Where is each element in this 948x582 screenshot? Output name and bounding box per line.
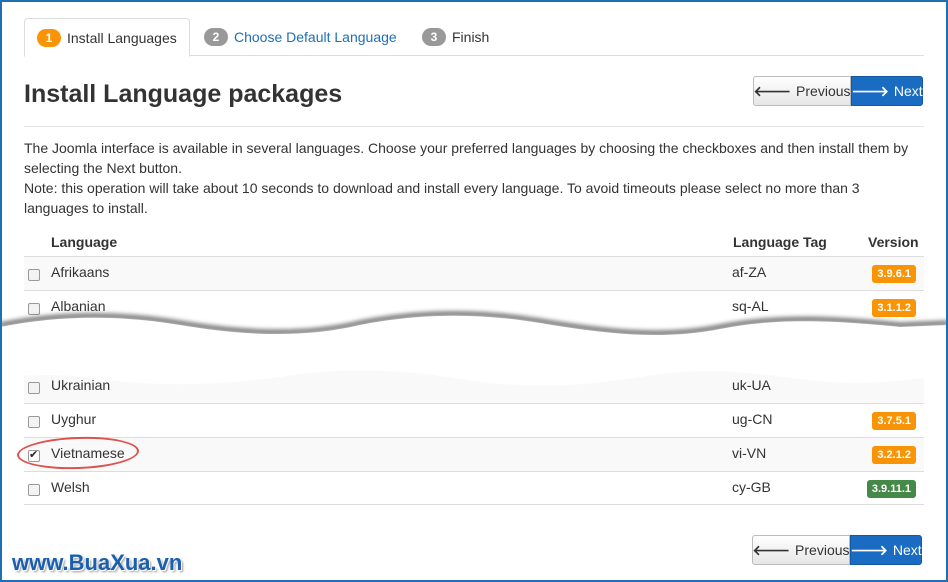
- language-tag: af-ZA: [732, 264, 767, 280]
- tab-install-languages[interactable]: 1 Install Languages: [24, 18, 190, 57]
- description-line: selecting the Next button.: [24, 160, 182, 176]
- arrow-right-icon: 🡒: [851, 82, 889, 99]
- description-line: The Joomla interface is available in sev…: [24, 140, 909, 156]
- bottom-nav-buttons: 🡐 Previous 🡒 Next: [752, 535, 922, 565]
- note-line: Note: this operation will take about 10 …: [24, 180, 860, 196]
- version-badge: 3.7.5.1: [872, 412, 916, 430]
- previous-label: Previous: [796, 83, 851, 99]
- step-badge: 1: [37, 28, 61, 47]
- language-tag: ug-CN: [732, 411, 773, 427]
- tab-choose-default-language[interactable]: 2 Choose Default Language: [192, 18, 409, 56]
- wizard-tabs: 1 Install Languages 2 Choose Default Lan…: [24, 18, 924, 57]
- page-title: Install Language packages: [24, 80, 343, 108]
- tab-label: Install Languages: [67, 29, 177, 46]
- next-button[interactable]: 🡒 Next: [851, 76, 923, 106]
- arrow-left-icon: 🡐: [753, 82, 792, 99]
- watermark: www.BuaXua.vn: [12, 550, 183, 575]
- language-name: Afrikaans: [51, 264, 110, 280]
- table-row: Vietnamese vi-VN 3.2.1.2: [24, 437, 924, 471]
- language-tag: vi-VN: [732, 445, 767, 461]
- tab-label: Finish: [452, 29, 490, 45]
- column-header-tag: Language Tag: [733, 234, 827, 250]
- table-row: Welsh cy-GB 3.9.11.1: [24, 471, 924, 505]
- version-badge: 3.2.1.2: [872, 446, 916, 464]
- previous-label: Previous: [795, 542, 850, 558]
- previous-button-bottom[interactable]: 🡐 Previous: [752, 535, 850, 565]
- language-name: Welsh: [51, 479, 90, 495]
- language-name: Uyghur: [51, 411, 97, 427]
- language-checkbox[interactable]: [28, 416, 40, 428]
- next-label: Next: [893, 83, 923, 99]
- torn-page-break: [0, 311, 948, 386]
- table-row: Afrikaans af-ZA 3.9.6.1: [24, 256, 924, 290]
- arrow-left-icon: 🡐: [752, 541, 791, 558]
- arrow-right-icon: 🡒: [850, 541, 888, 558]
- title-divider: [24, 126, 924, 127]
- next-button-bottom[interactable]: 🡒 Next: [850, 535, 922, 565]
- description: The Joomla interface is available in sev…: [24, 138, 924, 218]
- language-tag: cy-GB: [732, 479, 771, 495]
- tab-label: Choose Default Language: [234, 29, 397, 45]
- column-header-language: Language: [51, 234, 118, 250]
- version-badge: 3.9.6.1: [872, 265, 916, 283]
- top-nav-buttons: 🡐 Previous 🡒 Next: [753, 76, 923, 106]
- version-badge: 3.9.11.1: [866, 480, 916, 498]
- step-badge: 3: [422, 28, 446, 46]
- language-checkbox[interactable]: [28, 484, 40, 496]
- previous-button[interactable]: 🡐 Previous: [753, 76, 851, 106]
- column-header-version: Version: [868, 234, 919, 250]
- note-line: languages to install.: [24, 200, 148, 216]
- next-label: Next: [892, 542, 922, 558]
- language-checkbox[interactable]: [28, 269, 40, 281]
- tab-finish[interactable]: 3 Finish: [410, 18, 501, 56]
- table-row: Uyghur ug-CN 3.7.5.1: [24, 403, 924, 437]
- step-badge: 2: [204, 28, 228, 46]
